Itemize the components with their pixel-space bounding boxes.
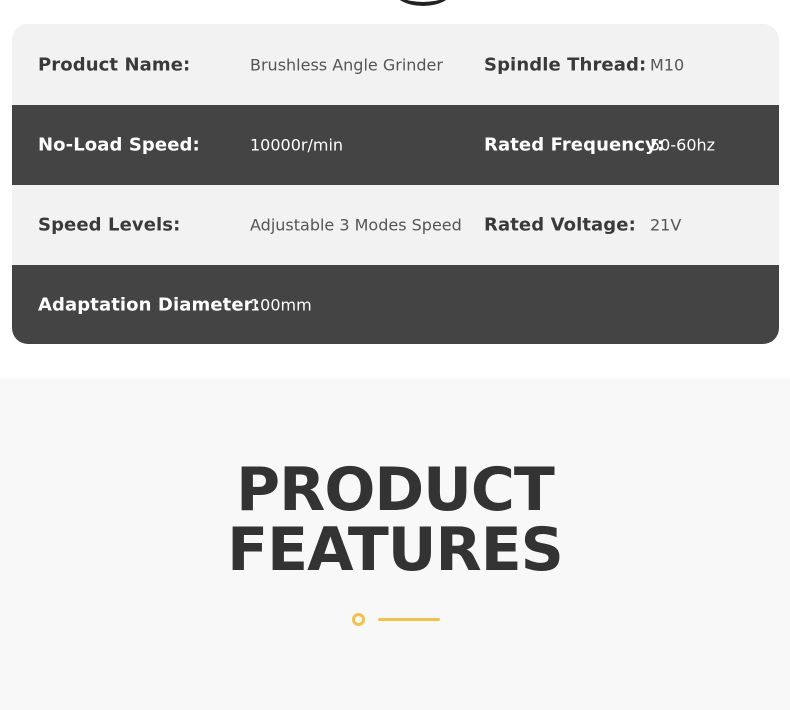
- features-heading-line-2: FEATURES: [227, 515, 564, 585]
- spec-value-spindle-thread: M10: [650, 55, 685, 74]
- spec-label-adaptation-diameter: Adaptation Diameter:: [38, 294, 260, 315]
- spec-value-adaptation-diameter: 100mm: [250, 295, 312, 314]
- features-heading: PRODUCT FEATURES: [0, 460, 790, 580]
- circle-icon: [352, 613, 365, 626]
- spec-value-rated-frequency: 50-60hz: [650, 135, 716, 155]
- spec-row: Adaptation Diameter: 100mm: [12, 265, 779, 344]
- spec-value-speed-levels: Adjustable 3 Modes Speed: [250, 215, 462, 235]
- spec-section: Product Name: Brushless Angle Grinder Sp…: [0, 0, 790, 378]
- spec-value-rated-voltage: 21V: [650, 215, 682, 235]
- spec-row: No-Load Speed: 10000r/min Rated Frequenc…: [12, 105, 779, 185]
- product-image-fragment: [392, 0, 454, 6]
- divider-line: [378, 618, 440, 621]
- spec-value-product-name: Brushless Angle Grinder: [250, 55, 443, 74]
- spec-label-rated-voltage: Rated Voltage:: [484, 214, 636, 236]
- spec-label-no-load-speed: No-Load Speed:: [38, 134, 200, 156]
- features-section: PRODUCT FEATURES: [0, 378, 790, 710]
- spec-label-speed-levels: Speed Levels:: [38, 214, 181, 236]
- spec-label-spindle-thread: Spindle Thread:: [484, 54, 647, 75]
- features-heading-line-1: PRODUCT: [236, 455, 555, 525]
- spec-row: Product Name: Brushless Angle Grinder Sp…: [12, 24, 779, 105]
- spec-table: Product Name: Brushless Angle Grinder Sp…: [12, 24, 779, 344]
- spec-value-no-load-speed: 10000r/min: [250, 135, 344, 155]
- spec-label-product-name: Product Name:: [38, 54, 191, 75]
- spec-row: Speed Levels: Adjustable 3 Modes Speed R…: [12, 185, 779, 265]
- spec-label-rated-frequency: Rated Frequency:: [484, 134, 665, 156]
